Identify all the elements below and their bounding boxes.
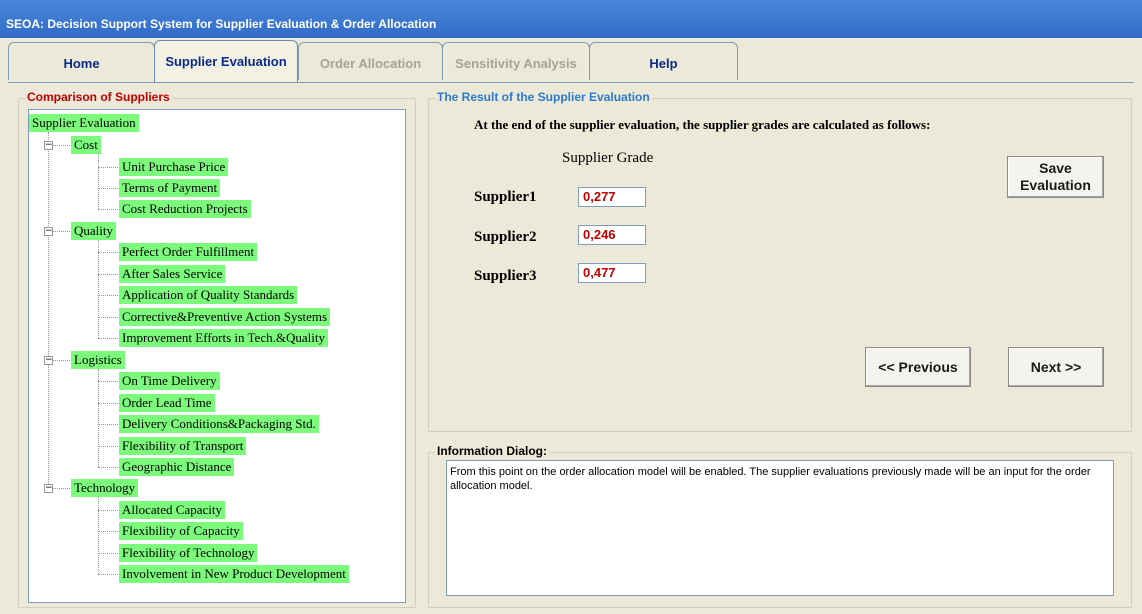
save-evaluation-button[interactable]: Save Evaluation xyxy=(1007,156,1104,198)
tree-connector xyxy=(98,510,118,511)
tree-node-cost[interactable]: Cost xyxy=(71,136,101,154)
info-group-title: Information Dialog: xyxy=(435,444,549,458)
tree-branch-line xyxy=(98,369,99,467)
tree-connector xyxy=(98,424,118,425)
tree-connector xyxy=(98,188,118,189)
tree-connector xyxy=(98,274,118,275)
tree-leaf[interactable]: Order Lead Time xyxy=(119,394,215,412)
tree-connector xyxy=(98,317,118,318)
criteria-tree[interactable]: Supplier Evaluation − Cost Unit Purchase… xyxy=(28,109,406,603)
tab-baseline xyxy=(8,82,1134,83)
tree-node-quality[interactable]: Quality xyxy=(71,222,116,240)
window-title: SEOA: Decision Support System for Suppli… xyxy=(6,17,437,31)
collapse-technology-icon[interactable]: − xyxy=(44,484,53,493)
title-bar: SEOA: Decision Support System for Suppli… xyxy=(0,0,1142,38)
tree-leaf[interactable]: Corrective&Preventive Action Systems xyxy=(119,308,331,326)
collapse-quality-icon[interactable]: − xyxy=(44,227,53,236)
previous-button[interactable]: << Previous xyxy=(865,347,971,387)
tree-leaf[interactable]: Flexibility of Capacity xyxy=(119,522,243,540)
tab-order-allocation[interactable]: Order Allocation xyxy=(298,42,443,80)
save-button-label-line2: Evaluation xyxy=(1020,177,1091,193)
tree-trunk-line xyxy=(48,132,49,488)
tree-node-logistics[interactable]: Logistics xyxy=(71,351,125,369)
supplier3-label: Supplier3 xyxy=(474,268,537,284)
comparison-group-title: Comparison of Suppliers xyxy=(25,90,172,104)
tree-connector xyxy=(98,252,118,253)
save-button-label-line1: Save xyxy=(1039,160,1072,176)
tree-connector xyxy=(98,553,118,554)
supplier-grade-header: Supplier Grade xyxy=(562,150,654,166)
supplier2-label: Supplier2 xyxy=(474,229,537,245)
tree-connector xyxy=(98,403,118,404)
tree-leaf[interactable]: Terms of Payment xyxy=(119,179,221,197)
tree-connector xyxy=(98,295,118,296)
tree-leaf[interactable]: Flexibility of Technology xyxy=(119,544,258,562)
result-intro-text: At the end of the supplier evaluation, t… xyxy=(474,117,931,132)
tree-leaf[interactable]: Unit Purchase Price xyxy=(119,158,229,176)
tree-node-technology[interactable]: Technology xyxy=(71,479,139,497)
tree-leaf[interactable]: On Time Delivery xyxy=(119,372,220,390)
next-button[interactable]: Next >> xyxy=(1008,347,1104,387)
collapse-cost-icon[interactable]: − xyxy=(44,141,53,150)
tab-home[interactable]: Home xyxy=(8,42,155,80)
tree-connector xyxy=(98,381,118,382)
supplier1-label: Supplier1 xyxy=(474,189,537,205)
tree-leaf[interactable]: Geographic Distance xyxy=(119,458,235,476)
tree-connector xyxy=(98,338,118,339)
tree-leaf[interactable]: Delivery Conditions&Packaging Std. xyxy=(119,415,319,433)
tree-leaf[interactable]: After Sales Service xyxy=(119,265,226,283)
tree-leaf[interactable]: Allocated Capacity xyxy=(119,501,225,519)
supplier1-grade-field[interactable]: 0,277 xyxy=(578,187,646,207)
supplier3-grade-field[interactable]: 0,477 xyxy=(578,263,646,283)
tab-help[interactable]: Help xyxy=(589,42,738,80)
tree-root-supplier-evaluation[interactable]: Supplier Evaluation xyxy=(29,114,139,132)
collapse-logistics-icon[interactable]: − xyxy=(44,356,53,365)
tree-connector xyxy=(98,574,118,575)
tab-sensitivity-analysis[interactable]: Sensitivity Analysis xyxy=(442,42,590,80)
tree-connector xyxy=(98,167,118,168)
result-group-title: The Result of the Supplier Evaluation xyxy=(435,90,652,104)
tree-connector xyxy=(98,467,118,468)
tree-leaf[interactable]: Perfect Order Fulfillment xyxy=(119,243,258,261)
tree-leaf[interactable]: Cost Reduction Projects xyxy=(119,200,251,218)
tree-leaf[interactable]: Involvement in New Product Development xyxy=(119,565,349,583)
tree-branch-line xyxy=(98,497,99,574)
tree-leaf[interactable]: Application of Quality Standards xyxy=(119,286,298,304)
tree-leaf[interactable]: Flexibility of Transport xyxy=(119,437,247,455)
tree-leaf[interactable]: Improvement Efforts in Tech.&Quality xyxy=(119,329,328,347)
tab-supplier-evaluation[interactable]: Supplier Evaluation xyxy=(154,40,298,83)
tree-connector xyxy=(98,446,118,447)
information-text-area[interactable]: From this point on the order allocation … xyxy=(446,460,1114,596)
supplier2-grade-field[interactable]: 0,246 xyxy=(578,225,646,245)
tree-connector xyxy=(98,531,118,532)
tree-connector xyxy=(98,209,118,210)
tree-branch-line xyxy=(98,154,99,209)
tree-branch-line xyxy=(98,240,99,338)
